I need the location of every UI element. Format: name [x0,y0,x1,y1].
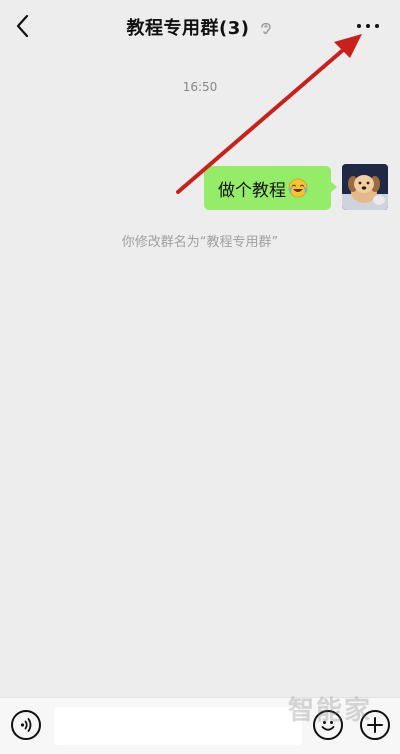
watermark: 智能家 [288,696,373,726]
message-row: 做个教程 [200,164,390,210]
message-timestamp: 16:50 [182,80,218,94]
top-bar: 教程专用群(3) [0,0,400,54]
system-notification: 你修改群名为“教程专用群” [121,235,279,250]
more-options-button[interactable] [352,12,384,40]
more-dots-icon [375,24,379,28]
message-bubble[interactable]: 做个教程 [204,166,337,210]
laughing-crying-emoji-icon [288,178,308,198]
annotation-arrow [176,34,362,194]
more-dots-icon [366,24,370,28]
voice-button[interactable] [11,710,41,740]
voice-icon [20,718,32,732]
avatar[interactable] [342,164,388,210]
ear-icon [261,22,272,34]
chat-title[interactable]: 教程专用群(3) [127,14,250,40]
dog-avatar-image [342,164,388,210]
more-dots-icon [357,24,361,28]
message-text: 做个教程 [218,180,286,201]
message-input[interactable] [54,707,302,745]
title-area: 教程专用群(3) [0,14,400,40]
